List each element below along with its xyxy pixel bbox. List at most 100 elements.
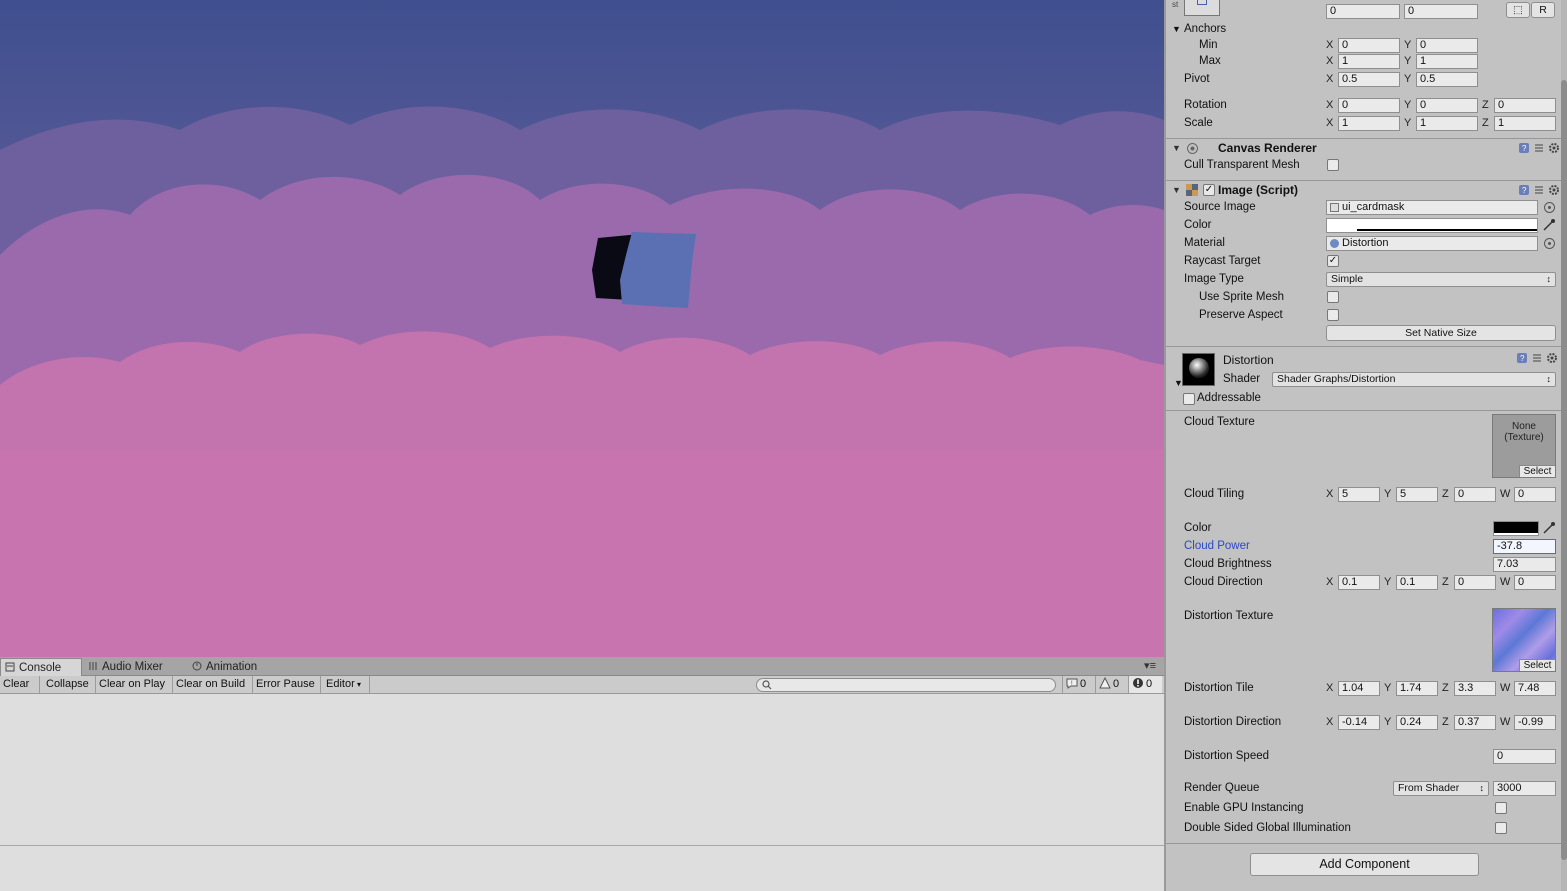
object-picker-icon[interactable] (1544, 202, 1555, 213)
rotation-z-field[interactable]: 0 (1494, 98, 1556, 113)
rotation-y-field[interactable]: 0 (1416, 98, 1478, 113)
distortion-tile-x-field[interactable]: 1.04 (1338, 681, 1380, 696)
image-type-dropdown[interactable]: Simple (1326, 272, 1556, 287)
cloud-direction-y-field[interactable]: 0.1 (1396, 575, 1438, 590)
cloud-tiling-row: Cloud Tiling X 5 Y 5 Z 0 W 0 (1166, 487, 1558, 503)
anchors-fold-icon[interactable]: ▼ (1172, 24, 1181, 34)
cloud-tiling-z-field[interactable]: 0 (1454, 487, 1496, 502)
clear-on-play-button[interactable]: Clear on Play (96, 676, 173, 693)
addressable-checkbox[interactable] (1183, 393, 1195, 405)
distortion-direction-z-field[interactable]: 0.37 (1454, 715, 1496, 730)
set-native-size-button[interactable]: Set Native Size (1326, 325, 1556, 341)
pivot-x-field[interactable]: 0.5 (1338, 72, 1400, 87)
preserve-aspect-checkbox[interactable] (1327, 309, 1339, 321)
cloud-tiling-y-field[interactable]: 5 (1396, 487, 1438, 502)
console-search-field[interactable] (756, 678, 1056, 692)
material-fold-icon[interactable]: ▼ (1174, 378, 1183, 388)
raycast-target-checkbox[interactable]: ✓ (1327, 255, 1339, 267)
inspector-scrollbar-thumb[interactable] (1561, 80, 1567, 860)
axis-z-label: Z (1442, 716, 1449, 728)
anchors-row[interactable]: ▼ Anchors (1166, 22, 1558, 38)
image-script-header[interactable]: ▼ ✓ Image (Script) ? (1166, 182, 1567, 199)
help-icon[interactable]: ? (1518, 142, 1530, 154)
distorted-card (620, 232, 696, 308)
cloud-texture-select-button[interactable]: Select (1519, 465, 1555, 477)
distortion-texture-slot[interactable]: Select (1492, 608, 1556, 672)
cloud-tiling-w-field[interactable]: 0 (1514, 487, 1556, 502)
pivot-y-field[interactable]: 0.5 (1416, 72, 1478, 87)
presets-icon[interactable] (1533, 184, 1545, 196)
anchors-max-x-field[interactable]: 1 (1338, 54, 1400, 69)
source-image-field[interactable]: ui_cardmask (1326, 200, 1538, 215)
presets-icon[interactable] (1531, 352, 1543, 364)
anchor-presets-button[interactable] (1184, 0, 1220, 16)
distortion-tile-w-field[interactable]: 7.48 (1514, 681, 1556, 696)
distortion-tile-y-field[interactable]: 1.74 (1396, 681, 1438, 696)
distortion-texture-select-button[interactable]: Select (1519, 659, 1555, 671)
distortion-speed-field[interactable]: 0 (1493, 749, 1556, 764)
eyedropper-icon[interactable] (1542, 521, 1556, 535)
cloud-brightness-field[interactable]: 7.03 (1493, 557, 1556, 572)
double-sided-gi-checkbox[interactable] (1495, 822, 1507, 834)
render-queue-mode-dropdown[interactable]: From Shader (1393, 781, 1489, 796)
scale-y-field[interactable]: 1 (1416, 116, 1478, 131)
image-color-swatch[interactable] (1326, 218, 1538, 233)
error-count-toggle[interactable]: 0 (1128, 676, 1162, 693)
help-icon[interactable]: ? (1518, 184, 1530, 196)
info-count-toggle[interactable]: ! 0 (1062, 676, 1094, 693)
tab-console[interactable]: Console (0, 658, 82, 676)
console-detail-divider[interactable] (0, 845, 1164, 846)
cloud-direction-w-field[interactable]: 0 (1514, 575, 1556, 590)
fold-arrow-icon[interactable]: ▼ (1172, 185, 1181, 195)
clear-button[interactable]: Clear (0, 676, 40, 693)
raw-edit-button[interactable]: R (1531, 2, 1555, 18)
rect-right-field[interactable]: 0 (1404, 4, 1478, 19)
gear-icon[interactable] (1548, 184, 1560, 196)
gpu-instancing-checkbox[interactable] (1495, 802, 1507, 814)
cull-transparent-checkbox[interactable] (1327, 159, 1339, 171)
cloud-direction-z-field[interactable]: 0 (1454, 575, 1496, 590)
use-sprite-mesh-checkbox[interactable] (1327, 291, 1339, 303)
tab-menu-icon[interactable]: ▾≡ (1144, 659, 1156, 672)
add-component-button[interactable]: Add Component (1250, 853, 1479, 876)
distortion-tile-z-field[interactable]: 3.3 (1454, 681, 1496, 696)
blueprint-mode-button[interactable]: ⬚ (1506, 2, 1530, 18)
presets-icon[interactable] (1533, 142, 1545, 154)
distortion-direction-x-field[interactable]: -0.14 (1338, 715, 1380, 730)
image-enabled-checkbox[interactable]: ✓ (1203, 184, 1215, 196)
editor-dropdown[interactable]: Editor (323, 676, 370, 693)
tab-animation[interactable]: Animation (188, 658, 278, 676)
game-scene (0, 0, 1164, 657)
gear-icon[interactable] (1546, 352, 1558, 364)
anchors-min-y-field[interactable]: 0 (1416, 38, 1478, 53)
eyedropper-icon[interactable] (1542, 218, 1556, 232)
shader-dropdown[interactable]: Shader Graphs/Distortion (1272, 372, 1556, 387)
rect-left-field[interactable]: 0 (1326, 4, 1400, 19)
canvas-renderer-header[interactable]: ▼ Canvas Renderer ? (1166, 140, 1567, 157)
cloud-power-field[interactable]: -37.8 (1493, 539, 1556, 554)
anchors-max-y-field[interactable]: 1 (1416, 54, 1478, 69)
material-field[interactable]: Distortion (1326, 236, 1538, 251)
inspector-scrollbar[interactable] (1561, 0, 1567, 891)
clear-on-build-button[interactable]: Clear on Build (173, 676, 253, 693)
fold-arrow-icon[interactable]: ▼ (1172, 143, 1181, 153)
anchors-min-x-field[interactable]: 0 (1338, 38, 1400, 53)
warning-count-toggle[interactable]: 0 (1095, 676, 1127, 693)
rotation-x-field[interactable]: 0 (1338, 98, 1400, 113)
cloud-color-swatch[interactable] (1493, 521, 1539, 536)
render-queue-field[interactable]: 3000 (1493, 781, 1556, 796)
scale-x-field[interactable]: 1 (1338, 116, 1400, 131)
distortion-direction-w-field[interactable]: -0.99 (1514, 715, 1556, 730)
cloud-tiling-x-field[interactable]: 5 (1338, 487, 1380, 502)
scale-z-field[interactable]: 1 (1494, 116, 1556, 131)
cloud-texture-slot[interactable]: None (Texture) Select (1492, 414, 1556, 478)
tab-audio-mixer[interactable]: Audio Mixer (84, 658, 184, 676)
collapse-button[interactable]: Collapse (43, 676, 96, 693)
use-sprite-mesh-label: Use Sprite Mesh (1199, 291, 1285, 303)
help-icon[interactable]: ? (1516, 352, 1528, 364)
distortion-direction-y-field[interactable]: 0.24 (1396, 715, 1438, 730)
cloud-direction-x-field[interactable]: 0.1 (1338, 575, 1380, 590)
error-pause-button[interactable]: Error Pause (253, 676, 321, 693)
gear-icon[interactable] (1548, 142, 1560, 154)
object-picker-icon[interactable] (1544, 238, 1555, 249)
